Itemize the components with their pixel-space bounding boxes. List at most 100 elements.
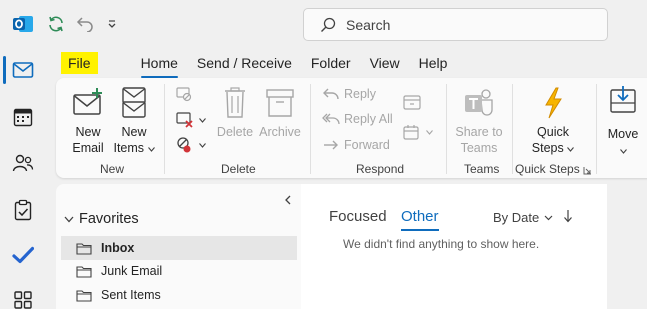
tab-file[interactable]: File (61, 52, 98, 74)
group-separator (164, 84, 165, 174)
new-email-label-line2: Email (72, 141, 104, 155)
folder-icon (76, 265, 92, 278)
folder-label: Inbox (101, 241, 135, 255)
title-bar (0, 0, 647, 48)
collapse-pane-icon[interactable] (284, 194, 292, 208)
new-email-label-line1: New (75, 125, 101, 139)
meeting-icon (403, 95, 421, 110)
forward-button[interactable]: Forward (322, 138, 390, 152)
share-to-teams-button[interactable]: Share to Teams (454, 86, 504, 156)
delete-label: Delete (216, 125, 254, 139)
chevron-down-icon (64, 216, 74, 222)
search-icon (321, 17, 336, 32)
reply-button[interactable]: Reply (322, 87, 376, 101)
folder-icon (76, 289, 92, 302)
calendar-icon[interactable] (11, 105, 35, 129)
tab-other[interactable]: Other (401, 208, 439, 231)
delete-button[interactable]: Delete (216, 86, 254, 140)
new-items-icon (122, 87, 146, 118)
ribbon-tabs: File Home Send / Receive Folder View Hel… (56, 50, 460, 78)
archive-button[interactable]: Archive (258, 86, 302, 140)
chevron-down-icon (619, 149, 627, 154)
sort-by-dropdown[interactable]: By Date (493, 210, 553, 225)
group-label-new: New (100, 162, 125, 176)
reading-pane (607, 184, 647, 309)
tab-folder[interactable]: Folder (305, 50, 357, 76)
group-separator (512, 84, 513, 174)
reply-label: Reply (344, 87, 376, 101)
chevron-down-icon (544, 215, 553, 220)
chevron-down-icon (426, 129, 433, 135)
group-label-respond: Respond (356, 162, 405, 176)
reply-all-button[interactable]: Reply All (322, 112, 393, 126)
archive-icon (266, 89, 294, 117)
group-label-teams: Teams (464, 162, 500, 176)
tasks-icon[interactable] (11, 198, 35, 222)
ignore-button[interactable] (175, 86, 197, 102)
mail-icon[interactable] (11, 58, 35, 82)
rail-active-indicator (3, 56, 6, 84)
quick-steps-button[interactable]: Quick Steps (526, 86, 580, 156)
move-icon (610, 86, 636, 113)
folder-item-inbox[interactable]: Inbox (61, 236, 297, 260)
tab-focused[interactable]: Focused (329, 208, 387, 225)
new-items-button[interactable]: New Items (112, 86, 156, 156)
share-to-teams-label-line2: Teams (460, 141, 498, 155)
ignore-icon (176, 87, 192, 102)
folder-label: Sent Items (101, 288, 161, 302)
group-label-quick-steps: Quick Steps (515, 162, 580, 176)
clean-up-button[interactable] (175, 111, 210, 129)
more-respond-icon (403, 125, 419, 140)
new-items-label-line1: New (121, 125, 147, 139)
new-email-button[interactable]: New Email (66, 86, 110, 156)
tab-send-receive[interactable]: Send / Receive (191, 50, 298, 76)
sync-icon[interactable] (44, 12, 68, 36)
forward-icon (324, 140, 338, 150)
group-separator (446, 84, 447, 174)
undo-icon[interactable] (73, 12, 97, 36)
quick-steps-label-line2: Steps (526, 140, 580, 156)
move-label: Move (607, 127, 639, 141)
tab-home[interactable]: Home (135, 50, 184, 78)
tab-help[interactable]: Help (413, 50, 454, 76)
dialog-launcher-icon[interactable] (583, 164, 592, 178)
favorites-header[interactable]: Favorites (64, 211, 139, 227)
folder-icon (76, 242, 92, 255)
teams-icon (465, 89, 493, 116)
move-button[interactable]: Move (604, 84, 642, 158)
chevron-down-icon (147, 147, 155, 152)
todo-icon[interactable] (11, 243, 35, 267)
people-icon[interactable] (11, 151, 35, 175)
favorites-label: Favorites (79, 211, 139, 227)
archive-label: Archive (259, 125, 301, 139)
junk-button[interactable] (175, 136, 210, 154)
ribbon: New Email New Items New Delete Archive D… (56, 78, 647, 178)
apps-icon[interactable] (11, 288, 35, 309)
junk-icon (177, 137, 191, 153)
sort-direction-icon[interactable] (563, 209, 573, 226)
folder-item-junk-email[interactable]: Junk Email (61, 259, 297, 283)
folder-label: Junk Email (101, 264, 163, 278)
new-items-label-line2: Items (112, 140, 156, 156)
group-separator (310, 84, 311, 174)
search-box[interactable] (303, 8, 608, 41)
search-input[interactable] (346, 16, 546, 33)
reply-all-icon (322, 113, 340, 125)
meeting-button[interactable] (402, 93, 426, 111)
customize-chevron-icon[interactable] (102, 12, 122, 36)
lightning-icon (545, 87, 562, 119)
group-label-delete: Delete (221, 162, 256, 176)
message-list: Focused Other By Date We didn't find any… (301, 184, 607, 309)
group-separator (596, 84, 597, 174)
reply-all-label: Reply All (344, 112, 393, 126)
reply-icon (323, 88, 339, 100)
tab-view[interactable]: View (364, 50, 406, 76)
chevron-down-icon (199, 142, 206, 148)
folder-item-sent-items[interactable]: Sent Items (61, 283, 297, 307)
sort-by-label: By Date (493, 210, 540, 225)
folder-pane: Favorites Inbox Junk Email Sent Items (56, 184, 301, 309)
chevron-down-icon (567, 147, 575, 152)
trash-icon (225, 87, 245, 118)
more-respond-button[interactable] (402, 123, 437, 141)
empty-state-message: We didn't find anything to show here. (343, 237, 540, 251)
